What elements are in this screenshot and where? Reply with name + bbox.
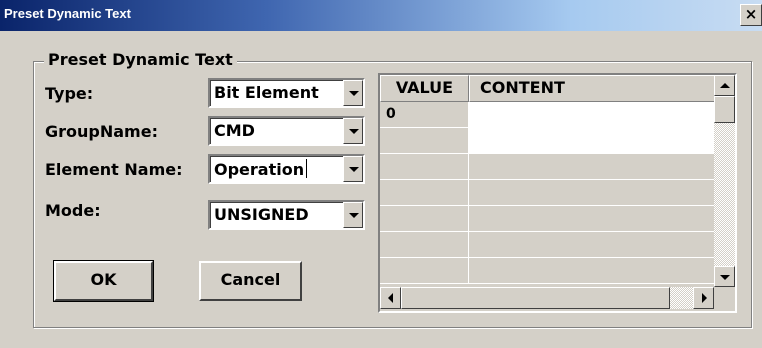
group-box-legend: Preset Dynamic Text: [44, 49, 237, 71]
scroll-right-button[interactable]: [693, 287, 714, 309]
preset-grid[interactable]: VALUE CONTENT 0: [378, 73, 737, 313]
scroll-down-button[interactable]: [714, 266, 735, 287]
ok-button[interactable]: OK: [53, 260, 154, 302]
text-caret: [306, 159, 308, 178]
grid-cell-value[interactable]: [380, 206, 469, 232]
mode-select[interactable]: UNSIGNED: [208, 200, 365, 230]
column-header-content[interactable]: CONTENT: [469, 75, 715, 102]
type-select[interactable]: Bit Element: [208, 78, 365, 108]
grid-cell-content[interactable]: [469, 128, 715, 154]
grid-cell-value[interactable]: [380, 232, 469, 258]
horizontal-scrollbar[interactable]: [380, 287, 714, 309]
grid-cell-content[interactable]: [469, 206, 715, 232]
mode-label: Mode:: [45, 201, 101, 220]
grid-cell-value[interactable]: [380, 258, 469, 284]
arrow-left-icon: [388, 293, 393, 303]
mode-value: UNSIGNED: [214, 205, 309, 224]
title-bar[interactable]: Preset Dynamic Text ×: [0, 0, 762, 31]
close-icon: ×: [744, 5, 758, 23]
group-name-dropdown-button[interactable]: [343, 118, 363, 144]
grid-cell-value[interactable]: 0: [380, 102, 469, 128]
grid-cell-value[interactable]: [380, 128, 469, 154]
mode-dropdown-button[interactable]: [343, 202, 363, 228]
vertical-scrollbar[interactable]: [714, 75, 735, 287]
grid-cell-content[interactable]: [469, 154, 715, 180]
group-name-value: CMD: [214, 121, 255, 140]
scroll-left-button[interactable]: [380, 287, 401, 309]
type-value: Bit Element: [214, 83, 319, 102]
scrollbar-corner: [714, 287, 735, 309]
element-name-label: Element Name:: [45, 160, 183, 179]
arrow-up-icon: [720, 83, 730, 88]
grid-cell-content[interactable]: [469, 102, 715, 128]
type-label: Type:: [45, 84, 94, 103]
element-name-value: Operation: [214, 160, 305, 179]
window-title: Preset Dynamic Text: [4, 6, 131, 21]
column-header-value[interactable]: VALUE: [380, 75, 469, 102]
arrow-right-icon: [702, 293, 707, 303]
close-button[interactable]: ×: [740, 4, 762, 26]
cancel-button[interactable]: Cancel: [199, 261, 302, 301]
chevron-down-icon: [349, 167, 359, 172]
chevron-down-icon: [349, 91, 359, 96]
arrow-down-icon: [720, 275, 730, 280]
grid-cell-content[interactable]: [469, 232, 715, 258]
scroll-up-button[interactable]: [714, 75, 735, 96]
group-name-select[interactable]: CMD: [208, 116, 365, 146]
grid-cell-content[interactable]: [469, 258, 715, 284]
element-name-dropdown-button[interactable]: [343, 156, 363, 182]
chevron-down-icon: [349, 129, 359, 134]
group-name-label: GroupName:: [45, 122, 158, 141]
horizontal-scroll-thumb[interactable]: [401, 287, 670, 309]
vertical-scroll-thumb[interactable]: [714, 96, 735, 123]
element-name-value-wrap: Operation: [214, 159, 308, 179]
type-dropdown-button[interactable]: [343, 80, 363, 106]
grid-cell-value[interactable]: [380, 154, 469, 180]
grid-cell-content[interactable]: [469, 180, 715, 206]
chevron-down-icon: [349, 213, 359, 218]
element-name-select[interactable]: Operation: [208, 154, 365, 184]
grid-cell-value[interactable]: [380, 180, 469, 206]
